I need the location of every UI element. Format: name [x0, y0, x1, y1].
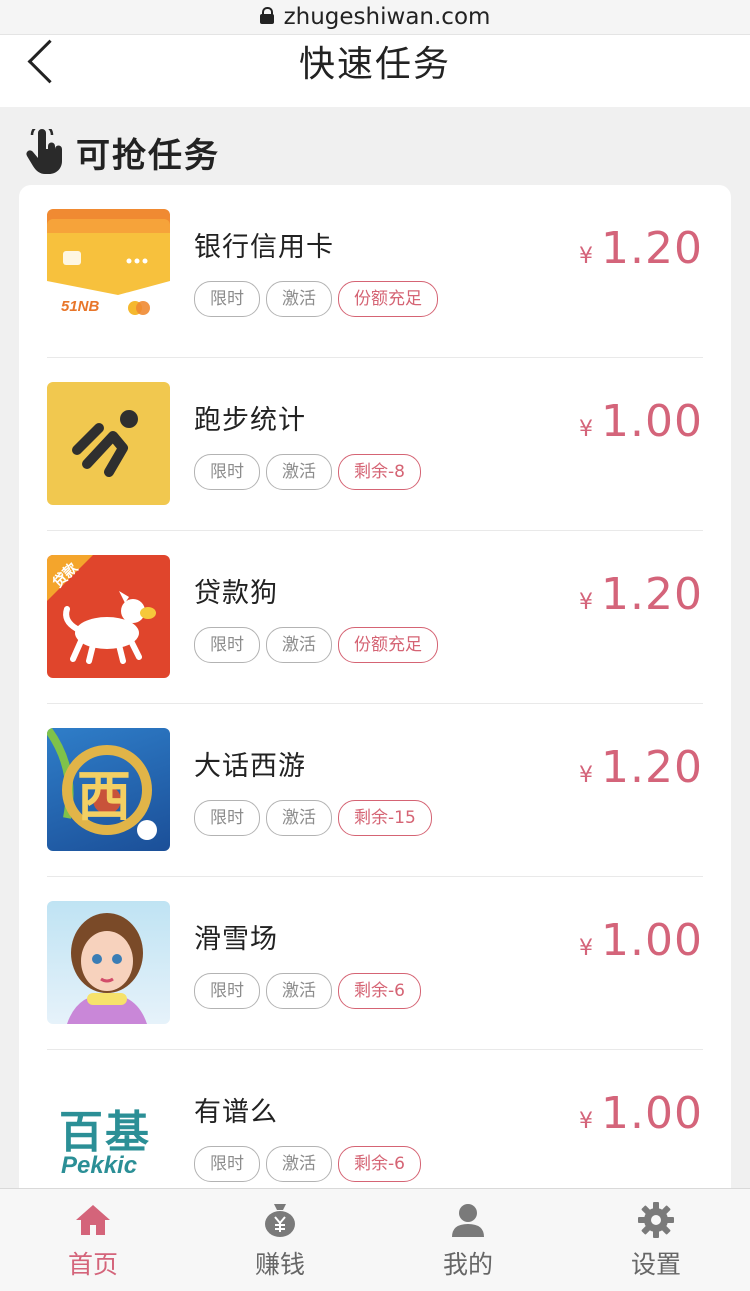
tag-limited: 限时 — [194, 454, 260, 490]
tag-remaining: 剩余-6 — [338, 973, 421, 1009]
task-price: ¥ 1.00 — [579, 1088, 703, 1139]
bank-card-logo-text: 51NB — [61, 298, 100, 315]
section-title: 可抢任务 — [76, 135, 220, 176]
tag-limited: 限时 — [194, 281, 260, 317]
task-tags: 限时 激活 剩余-6 — [194, 973, 421, 1009]
pekkic-logo-icon: 百基 Pekkic — [47, 1074, 170, 1197]
task-price: ¥ 1.20 — [579, 569, 703, 620]
task-name: 银行信用卡 — [194, 232, 334, 263]
gear-icon — [638, 1202, 674, 1238]
task-name: 贷款狗 — [194, 578, 278, 609]
task-name: 大话西游 — [194, 751, 306, 782]
price-amount: 1.20 — [601, 742, 703, 793]
home-icon — [76, 1205, 110, 1235]
tag-limited: 限时 — [194, 973, 260, 1009]
task-tags: 限时 激活 剩余-15 — [194, 800, 432, 836]
tag-quota: 份额充足 — [338, 281, 438, 317]
task-price: ¥ 1.00 — [579, 396, 703, 447]
back-button[interactable] — [24, 35, 72, 87]
tab-label: 设置 — [630, 1250, 681, 1279]
task-item[interactable]: 西 大话西游 限时 激活 剩余-15 ¥ 1.20 — [47, 704, 703, 877]
url-text: zhugeshiwan.com — [283, 4, 491, 30]
tab-home[interactable]: 首页 — [18, 1189, 168, 1291]
user-icon — [452, 1204, 484, 1237]
lock-icon — [259, 7, 274, 24]
currency-symbol: ¥ — [579, 763, 594, 788]
price-amount: 1.20 — [601, 223, 703, 274]
task-price: ¥ 1.20 — [579, 223, 703, 274]
section-header: 可抢任务 — [24, 126, 220, 178]
tab-earn[interactable]: 赚钱 — [205, 1189, 355, 1291]
task-item[interactable]: 滑雪场 限时 激活 剩余-6 ¥ 1.00 — [47, 877, 703, 1050]
tag-quota: 份额充足 — [338, 627, 438, 663]
tag-limited: 限时 — [194, 1146, 260, 1182]
tag-remaining: 剩余-6 — [338, 1146, 421, 1182]
currency-symbol: ¥ — [579, 417, 594, 442]
tag-remaining: 剩余-8 — [338, 454, 421, 490]
game-xiyou-icon: 西 — [47, 728, 170, 851]
loan-dog-icon: 贷款 — [47, 555, 170, 678]
task-item[interactable]: 51NB 银行信用卡 限时 激活 份额充足 ¥ 1.20 — [47, 185, 703, 358]
browser-url-bar[interactable]: zhugeshiwan.com — [0, 0, 750, 35]
pekkic-logo-cn: 百基 — [59, 1107, 151, 1158]
tab-settings[interactable]: 设置 — [581, 1189, 731, 1291]
pekkic-logo-en: Pekkic — [61, 1152, 138, 1179]
tag-activate: 激活 — [266, 1146, 332, 1182]
tab-label: 赚钱 — [254, 1250, 305, 1279]
task-tags: 限时 激活 剩余-8 — [194, 454, 421, 490]
game-logo-text: 西 — [77, 765, 131, 828]
ski-girl-icon — [47, 901, 170, 1024]
bottom-tab-bar: 首页 赚钱 我的 设置 — [0, 1188, 750, 1291]
task-name: 有谱么 — [194, 1097, 278, 1128]
tag-limited: 限时 — [194, 800, 260, 836]
tag-activate: 激活 — [266, 800, 332, 836]
nav-bar: 快速任务 — [0, 35, 750, 107]
task-list: 51NB 银行信用卡 限时 激活 份额充足 ¥ 1.20 跑步统计 限时 激活 … — [19, 185, 731, 1215]
price-amount: 1.00 — [601, 396, 703, 447]
task-price: ¥ 1.00 — [579, 915, 703, 966]
bank-card-icon: 51NB — [47, 209, 170, 332]
tag-activate: 激活 — [266, 281, 332, 317]
price-amount: 1.00 — [601, 915, 703, 966]
tag-activate: 激活 — [266, 627, 332, 663]
price-amount: 1.20 — [601, 569, 703, 620]
tag-activate: 激活 — [266, 454, 332, 490]
tag-activate: 激活 — [266, 973, 332, 1009]
currency-symbol: ¥ — [579, 1109, 594, 1134]
tag-limited: 限时 — [194, 627, 260, 663]
task-tags: 限时 激活 份额充足 — [194, 281, 438, 317]
chevron-left-icon — [27, 39, 72, 83]
page-title: 快速任务 — [298, 44, 451, 85]
task-tags: 限时 激活 剩余-6 — [194, 1146, 421, 1182]
running-app-icon — [47, 382, 170, 505]
tab-label: 我的 — [442, 1250, 493, 1279]
tab-mine[interactable]: 我的 — [393, 1189, 543, 1291]
tab-label: 首页 — [67, 1250, 118, 1279]
currency-symbol: ¥ — [579, 244, 594, 269]
currency-symbol: ¥ — [579, 590, 594, 615]
task-item[interactable]: 贷款 贷款狗 限时 激活 份额充足 ¥ 1.20 — [47, 531, 703, 704]
currency-symbol: ¥ — [579, 936, 594, 961]
tag-remaining: 剩余-15 — [338, 800, 432, 836]
task-name: 滑雪场 — [194, 924, 278, 955]
task-name: 跑步统计 — [194, 405, 306, 436]
task-tags: 限时 激活 份额充足 — [194, 627, 438, 663]
price-amount: 1.00 — [601, 1088, 703, 1139]
task-price: ¥ 1.20 — [579, 742, 703, 793]
money-bag-icon — [265, 1204, 295, 1237]
task-item[interactable]: 跑步统计 限时 激活 剩余-8 ¥ 1.00 — [47, 358, 703, 531]
pointing-hand-icon — [26, 129, 63, 174]
